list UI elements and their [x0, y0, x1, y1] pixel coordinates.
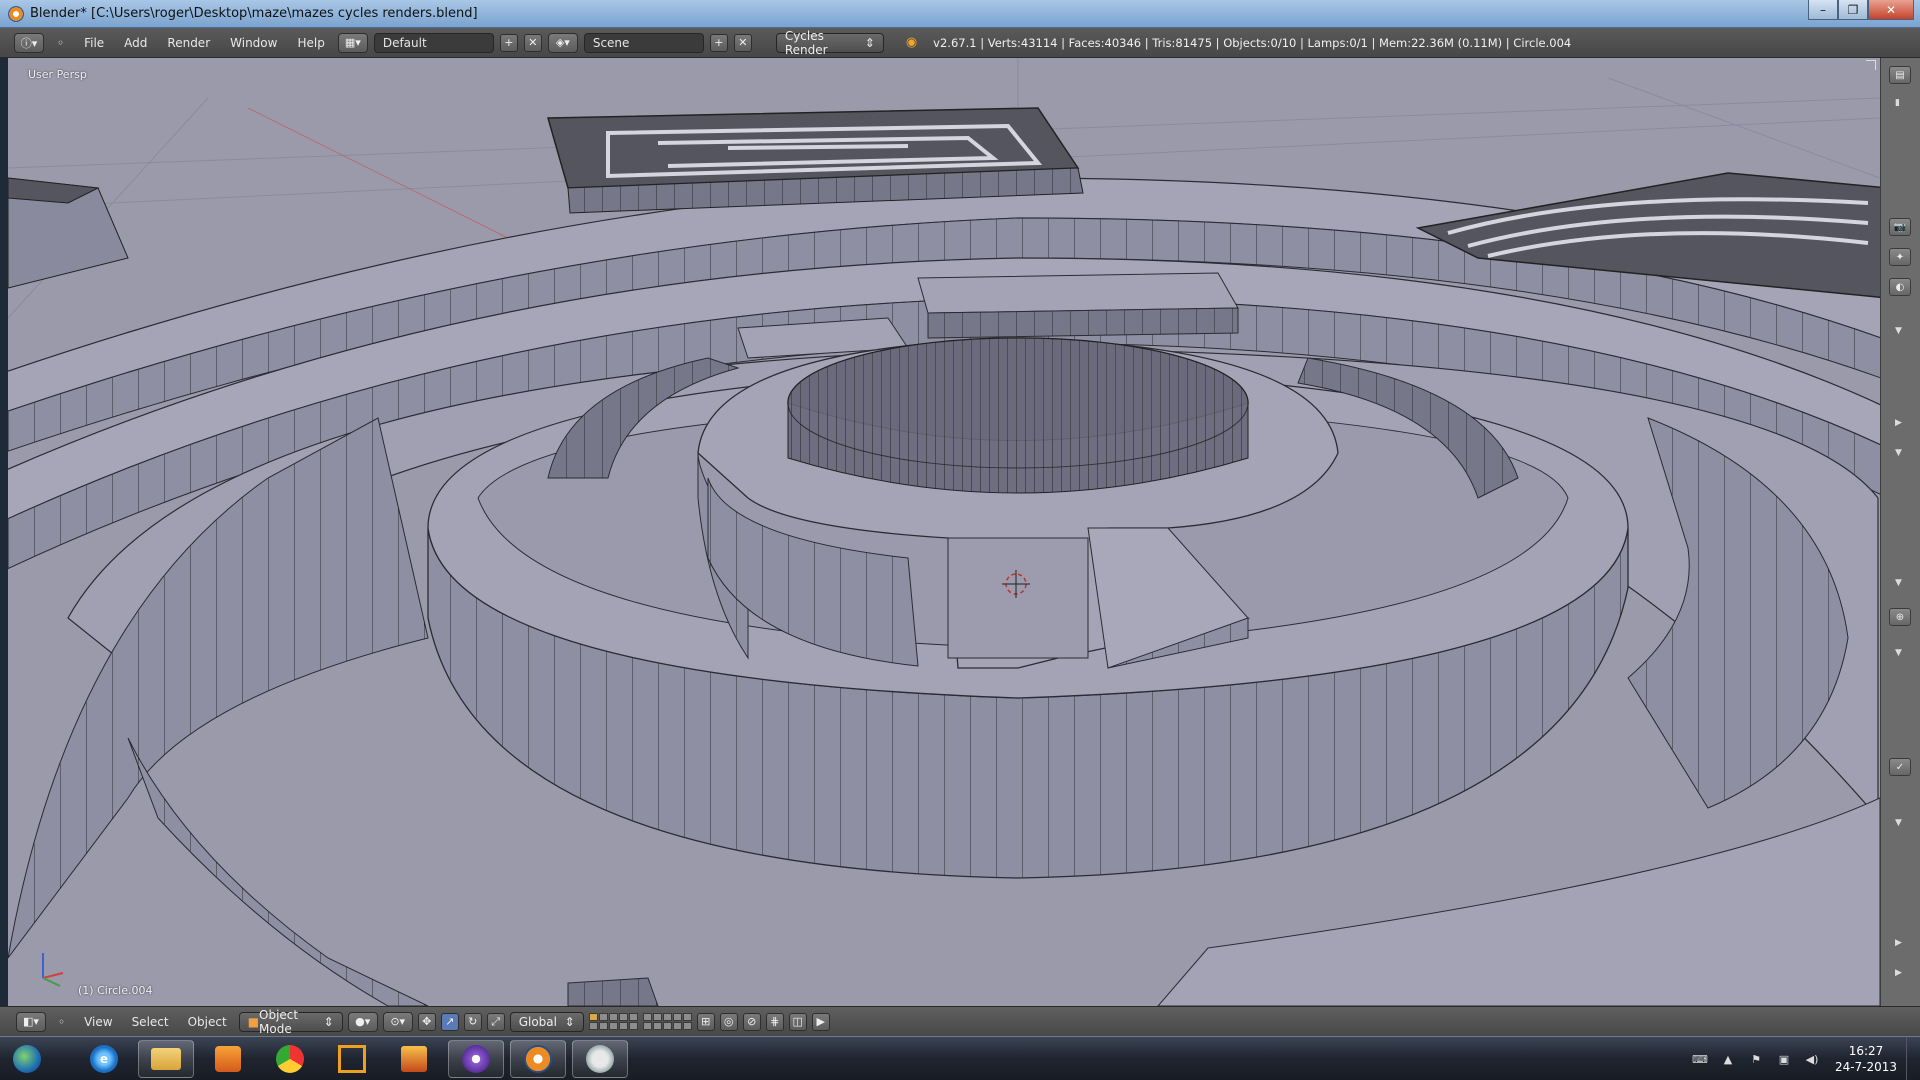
panel-collapse-arrow-2-icon[interactable]: ▶ [1895, 418, 1902, 428]
window-title: Blender* [C:\Users\roger\Desktop\maze\ma… [30, 6, 478, 21]
dropdown-arrows-icon: ⇕ [864, 35, 875, 50]
scene-props-icon[interactable]: ✦ [1889, 248, 1911, 266]
blender-logo-icon: ◉ [905, 35, 918, 50]
remove-screen-icon[interactable]: ✕ [523, 33, 542, 52]
scale-manipulator-icon[interactable]: ⤢ [486, 1012, 505, 1031]
properties-toolshelf: ▤ ▮ 📷 ✦ ◐ ▼ ▶ ▼ ▼ ⊕ ▼ ✓ ▼ ▶ ▶ [1880, 58, 1920, 1006]
active-object-label: (1) Circle.004 [78, 984, 153, 997]
editor-type-3dview-icon[interactable]: ◧▾ [16, 1011, 46, 1032]
view-perspective-label: User Persp [28, 68, 87, 81]
panel-collapse-arrow-5-icon[interactable]: ▼ [1895, 648, 1902, 658]
translate-manipulator-icon[interactable]: ↗ [440, 1012, 459, 1031]
menu-file[interactable]: File [77, 36, 111, 50]
taskbar-media-player-icon[interactable] [200, 1040, 256, 1078]
lock-camera-icon[interactable]: ⊞ [696, 1012, 715, 1031]
system-tray: ⌨ ▲ ⚑ ▣ ◀) 16:27 24-7-2013 [1686, 1037, 1920, 1080]
clock-time: 16:27 [1848, 1044, 1884, 1058]
render-engine-dropdown[interactable]: Cycles Render ⇕ [775, 29, 884, 57]
orientation-arrows-icon: ⇕ [564, 1014, 575, 1029]
taskbar-internet-explorer-icon[interactable]: e [76, 1040, 132, 1078]
editor-type-info-icon[interactable]: ⓘ▾ [14, 32, 44, 53]
windows-taskbar: e ⌨ ▲ ⚑ ▣ ◀) 16:27 24-7-2013 [0, 1036, 1920, 1080]
layers-group-2[interactable] [642, 1013, 692, 1030]
panel-collapse-arrow-8-icon[interactable]: ▶ [1895, 968, 1902, 978]
viewport-split-handle-icon[interactable] [1866, 60, 1876, 70]
tool-icon[interactable]: ⊕ [1889, 608, 1911, 626]
taskbar-clock[interactable]: 16:27 24-7-2013 [1826, 1043, 1906, 1075]
render-icon[interactable]: 📷 [1889, 218, 1911, 236]
panel-collapse-arrow-6-icon[interactable]: ▼ [1895, 818, 1902, 828]
panel-collapse-arrow-7-icon[interactable]: ▶ [1895, 938, 1902, 948]
viewport-header: ◧▾ ◦ View Select Object ■ Object Mode ⇕ … [0, 1006, 1920, 1036]
rotate-manipulator-icon[interactable]: ↻ [463, 1012, 482, 1031]
taskbar-blender-icon[interactable] [510, 1040, 566, 1078]
taskbar-office-icon[interactable] [386, 1040, 442, 1078]
mode-dropdown-arrows-icon: ⇕ [323, 1014, 334, 1029]
collapse-menu-icon[interactable]: ◦ [50, 36, 71, 50]
render-engine-label: Cycles Render [784, 28, 828, 57]
taskbar-paint-icon[interactable] [572, 1040, 628, 1078]
properties-editor-icon[interactable]: ▤ [1889, 66, 1911, 84]
world-props-icon[interactable]: ◐ [1889, 278, 1911, 296]
collapse-menu-icon-2[interactable]: ◦ [51, 1015, 72, 1029]
panel-collapse-arrow-1-icon[interactable]: ▼ [1895, 326, 1902, 336]
tray-keyboard-icon[interactable]: ⌨ [1692, 1052, 1708, 1066]
snap-element-icon[interactable]: ⋕ [765, 1012, 784, 1031]
pivot-point-icon[interactable]: ⊙▾ [382, 1011, 413, 1032]
mode-label: Object Mode [259, 1007, 299, 1036]
orientation-label: Global [518, 1014, 557, 1029]
add-scene-icon[interactable]: + [709, 33, 728, 52]
inner-ring [697, 337, 1339, 669]
tray-flag-icon[interactable]: ⚑ [1748, 1052, 1764, 1066]
tray-network-icon[interactable]: ▣ [1776, 1052, 1792, 1066]
checkbox-icon[interactable]: ✓ [1889, 758, 1911, 776]
tray-show-hidden-icon[interactable]: ▲ [1720, 1052, 1736, 1066]
panel-collapse-arrow-3-icon[interactable]: ▼ [1895, 448, 1902, 458]
menu-object[interactable]: Object [181, 1015, 234, 1029]
info-header: ⓘ▾ ◦ File Add Render Window Help ▦▾ Defa… [0, 28, 1920, 58]
3d-viewport[interactable]: User Persp (1) Circle.004 [8, 58, 1880, 1006]
tray-volume-icon[interactable]: ◀) [1804, 1052, 1820, 1066]
viewport-shading-icon[interactable]: ●▾ [347, 1011, 378, 1032]
menu-select[interactable]: Select [125, 1015, 176, 1029]
minimize-button[interactable]: – [1808, 0, 1838, 20]
menu-add[interactable]: Add [117, 36, 154, 50]
proportional-edit-icon[interactable]: ◎ [719, 1012, 738, 1031]
scene-statistics: v2.67.1 | Verts:43114 | Faces:40346 | Tr… [933, 35, 1572, 50]
taskbar-file-explorer-icon[interactable] [138, 1040, 194, 1078]
layers-group-1[interactable] [588, 1013, 638, 1030]
close-button[interactable]: ✕ [1868, 0, 1914, 20]
scene-icon[interactable]: ◈▾ [547, 32, 578, 53]
screen-layout-icon[interactable]: ▦▾ [337, 32, 368, 53]
menu-window[interactable]: Window [223, 36, 284, 50]
taskbar-chrome-icon[interactable] [262, 1040, 318, 1078]
mode-dropdown[interactable]: ■ Object Mode ⇕ [238, 1008, 343, 1036]
start-orb-button[interactable] [2, 1040, 52, 1078]
render-animation-icon[interactable]: ▶ [811, 1012, 830, 1031]
show-desktop-button[interactable] [1906, 1037, 1920, 1080]
transform-orientation-dropdown[interactable]: Global ⇕ [509, 1011, 584, 1032]
screen-layout-field[interactable]: Default [373, 32, 494, 53]
taskbar-app-tile-icon[interactable] [324, 1040, 380, 1078]
object-mode-cube-icon: ■ [247, 1014, 260, 1029]
clock-date: 24-7-2013 [1834, 1060, 1898, 1074]
manipulator-toggle-icon[interactable]: ✥ [417, 1012, 436, 1031]
window-controls: – ❐ ✕ [1808, 0, 1914, 20]
menu-view[interactable]: View [77, 1015, 119, 1029]
snap-icon[interactable]: ⊘ [742, 1012, 761, 1031]
menu-help[interactable]: Help [290, 36, 331, 50]
scene-field[interactable]: Scene [583, 32, 704, 53]
scroll-bar-icon[interactable]: ▮ [1895, 98, 1900, 108]
maximize-button[interactable]: ❐ [1838, 0, 1868, 20]
maze-scene [8, 58, 1880, 1006]
render-preview-icon[interactable]: ◫ [788, 1012, 807, 1031]
remove-scene-icon[interactable]: ✕ [733, 33, 752, 52]
taskbar-blender-launcher-icon[interactable] [448, 1040, 504, 1078]
panel-collapse-arrow-4-icon[interactable]: ▼ [1895, 578, 1902, 588]
menu-render[interactable]: Render [160, 36, 217, 50]
window-titlebar: Blender* [C:\Users\roger\Desktop\maze\ma… [0, 0, 1920, 28]
blender-app-icon [8, 5, 24, 22]
add-screen-icon[interactable]: + [499, 33, 518, 52]
